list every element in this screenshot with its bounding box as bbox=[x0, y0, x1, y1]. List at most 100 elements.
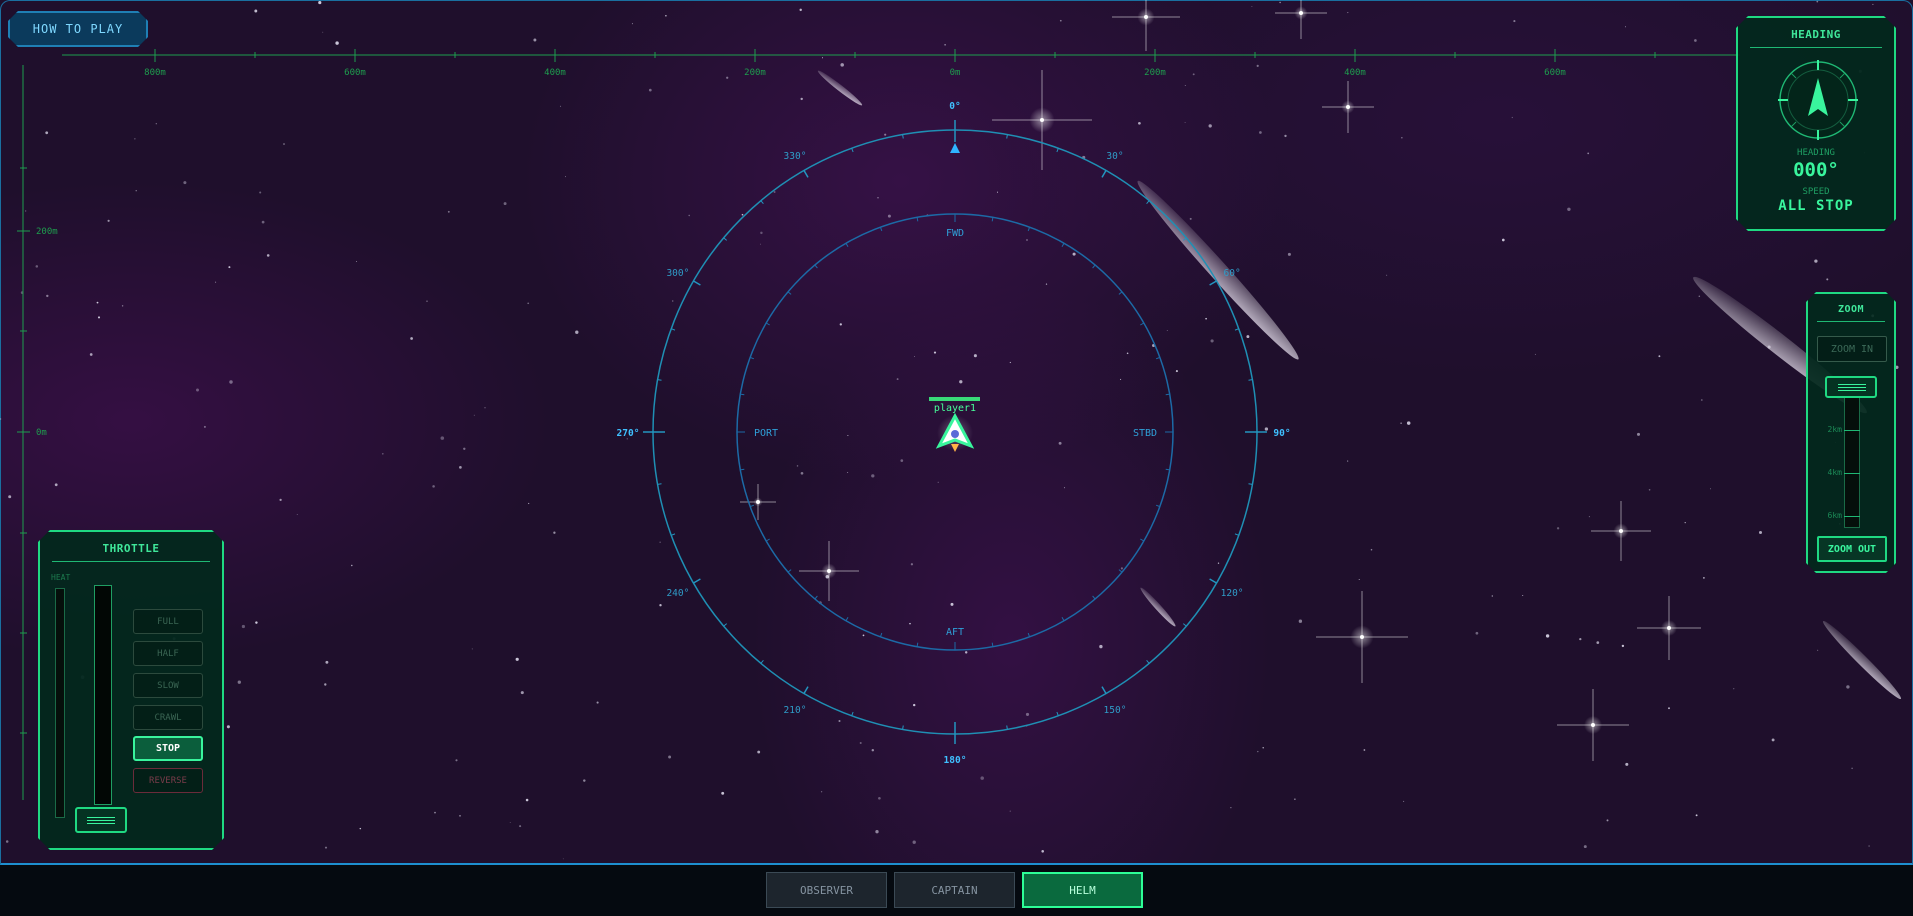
zoom-tick bbox=[1844, 430, 1860, 431]
star bbox=[1491, 595, 1493, 597]
throttle-reverse-button[interactable]: REVERSE bbox=[133, 768, 203, 793]
star bbox=[1401, 137, 1403, 139]
star bbox=[1287, 252, 1291, 256]
star bbox=[266, 254, 270, 257]
star bbox=[229, 380, 233, 384]
throttle-stop-button[interactable]: STOP bbox=[133, 736, 203, 761]
throttle-slow-button[interactable]: SLOW bbox=[133, 673, 203, 698]
role-observer-button[interactable]: OBSERVER bbox=[766, 872, 887, 908]
star bbox=[668, 755, 672, 759]
zoom-in-button[interactable]: ZOOM IN bbox=[1817, 336, 1887, 362]
star bbox=[473, 414, 475, 416]
star bbox=[1522, 594, 1524, 597]
role-helm-button[interactable]: HELM bbox=[1022, 872, 1143, 908]
star bbox=[434, 811, 436, 814]
star bbox=[821, 57, 824, 59]
star bbox=[283, 143, 285, 145]
star bbox=[648, 88, 652, 92]
star bbox=[215, 281, 217, 283]
star bbox=[631, 23, 633, 25]
star bbox=[909, 622, 911, 625]
star bbox=[1625, 762, 1629, 766]
star bbox=[1347, 12, 1349, 14]
zoom-panel-title: ZOOM bbox=[1837, 304, 1865, 315]
star bbox=[0, 417, 2, 421]
star bbox=[688, 214, 690, 217]
star bbox=[878, 796, 881, 800]
radar-label-stbd: STBD bbox=[1133, 428, 1157, 439]
star bbox=[432, 485, 435, 488]
star bbox=[525, 798, 529, 802]
star bbox=[871, 748, 875, 752]
star bbox=[1648, 488, 1651, 491]
star bbox=[757, 750, 761, 754]
star bbox=[325, 660, 329, 664]
comet bbox=[1822, 620, 1902, 700]
speed-label: SPEED bbox=[1802, 187, 1830, 197]
throttle-full-button[interactable]: FULL bbox=[133, 609, 203, 634]
throttle-slider-handle[interactable] bbox=[75, 807, 127, 833]
star bbox=[887, 214, 891, 218]
how-to-play-button[interactable]: HOW TO PLAY bbox=[8, 11, 148, 47]
star bbox=[459, 815, 461, 817]
star bbox=[1596, 641, 1600, 644]
star bbox=[913, 703, 916, 707]
throttle-slider-track[interactable] bbox=[94, 585, 112, 805]
star bbox=[528, 502, 530, 505]
star bbox=[121, 305, 124, 307]
star bbox=[820, 791, 823, 793]
throttle-crawl-button[interactable]: CRAWL bbox=[133, 705, 203, 730]
zoom-out-button[interactable]: ZOOM OUT bbox=[1817, 536, 1887, 562]
star bbox=[1636, 432, 1641, 436]
ship-cockpit-icon bbox=[951, 430, 959, 438]
radar-tick bbox=[657, 379, 662, 381]
star bbox=[1279, 1, 1281, 4]
radar-tick bbox=[693, 280, 701, 286]
radar-inner-tick bbox=[991, 642, 994, 647]
radar-inner-tick bbox=[814, 264, 818, 269]
star bbox=[773, 191, 776, 193]
radar-tick bbox=[1234, 328, 1239, 331]
ruler-label: 400m bbox=[544, 68, 566, 78]
radar-tick bbox=[851, 148, 854, 153]
star bbox=[484, 407, 486, 409]
zoom-slider-handle[interactable] bbox=[1825, 376, 1877, 398]
radar-tick bbox=[1146, 200, 1150, 205]
radar-tick bbox=[723, 623, 728, 627]
heading-marker-icon bbox=[950, 143, 960, 153]
radar-tick bbox=[1234, 533, 1239, 536]
comet bbox=[1140, 587, 1176, 627]
star bbox=[183, 181, 187, 185]
star bbox=[1826, 278, 1829, 281]
star bbox=[134, 138, 136, 140]
star bbox=[1733, 688, 1735, 690]
sparkle-star-icon bbox=[1316, 591, 1408, 683]
radar-inner-tick bbox=[787, 291, 792, 295]
star bbox=[25, 210, 27, 212]
star bbox=[896, 378, 899, 381]
star bbox=[89, 353, 93, 356]
radar-inner-tick bbox=[1155, 504, 1161, 508]
radar-tick bbox=[723, 237, 728, 241]
compass-dial-icon bbox=[1778, 60, 1858, 140]
star bbox=[135, 190, 137, 192]
star bbox=[527, 302, 530, 305]
throttle-half-button[interactable]: HALF bbox=[133, 641, 203, 666]
comet bbox=[1137, 180, 1299, 360]
ruler-label: 0m bbox=[36, 428, 47, 438]
radar-inner-tick bbox=[845, 242, 849, 247]
star bbox=[596, 701, 599, 704]
star bbox=[1063, 487, 1066, 489]
star bbox=[426, 300, 428, 302]
role-captain-button[interactable]: CAPTAIN bbox=[894, 872, 1015, 908]
zoom-slider-track[interactable] bbox=[1844, 392, 1860, 528]
heading-panel-title: HEADING bbox=[1791, 28, 1841, 41]
star bbox=[1695, 814, 1698, 817]
sparkle-star-icon bbox=[1637, 596, 1701, 660]
star bbox=[410, 337, 413, 340]
radar-inner-tick bbox=[1092, 264, 1096, 269]
star bbox=[575, 330, 579, 334]
star bbox=[440, 436, 445, 440]
player-ship[interactable]: player1 bbox=[929, 397, 980, 452]
star bbox=[1045, 283, 1048, 285]
